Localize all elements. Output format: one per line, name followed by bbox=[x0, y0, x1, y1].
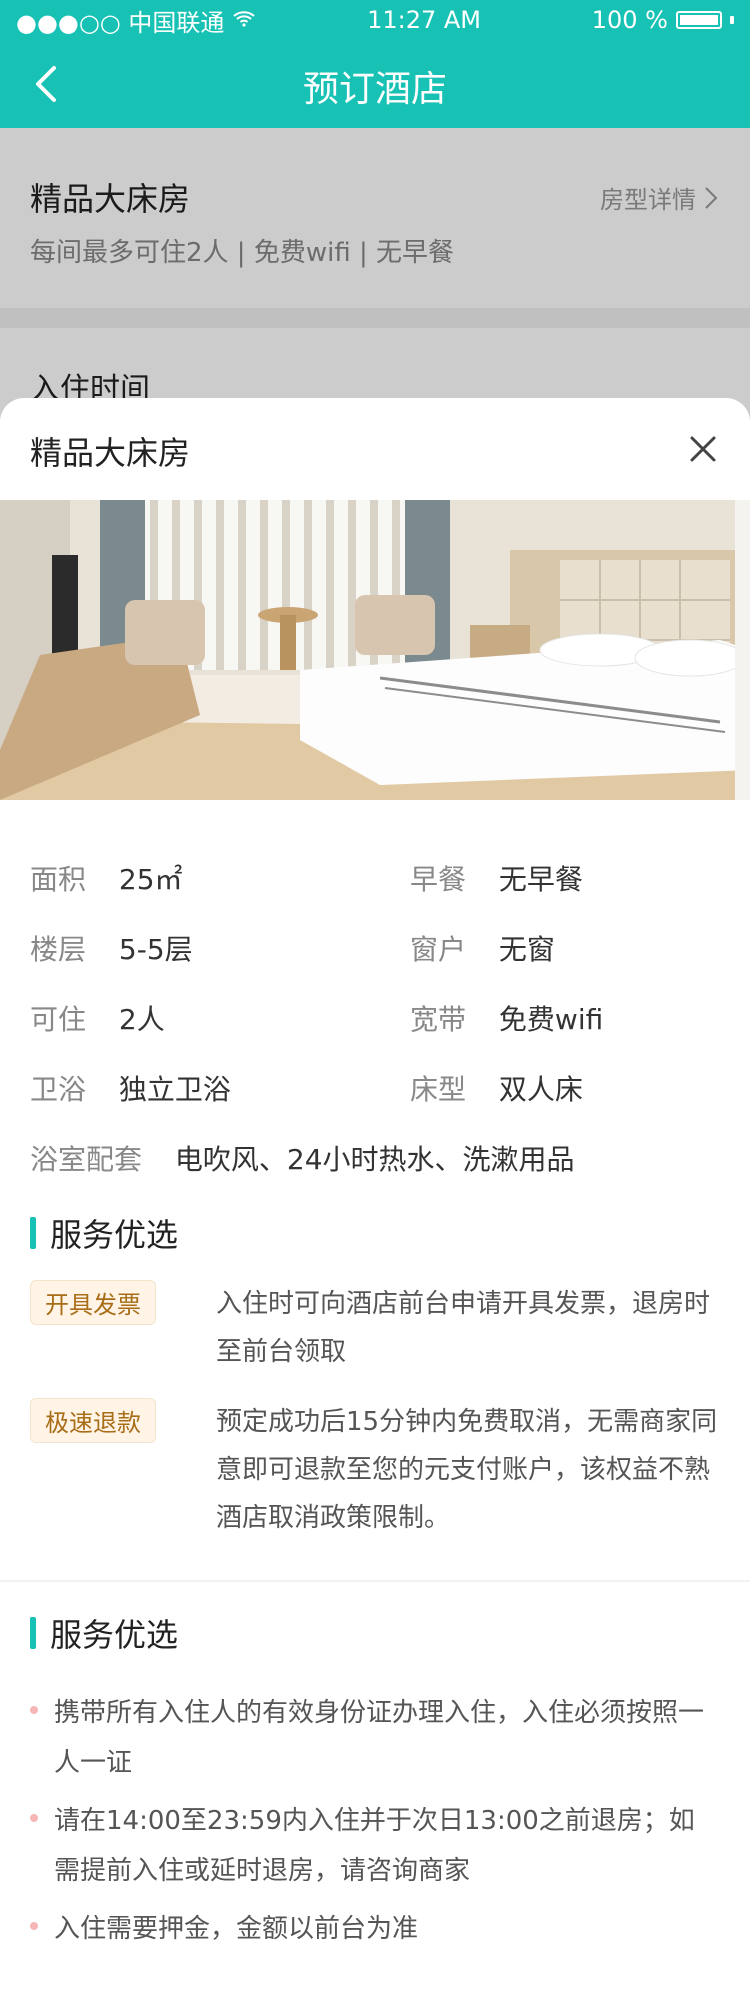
prop-value: 无早餐 bbox=[498, 863, 583, 896]
room-photo-illustration bbox=[0, 500, 750, 800]
sheet-header: 精品大床房 bbox=[0, 398, 750, 500]
prop-label: 楼层 bbox=[30, 933, 87, 966]
section-title-services: 服务优选 bbox=[30, 1210, 178, 1256]
prop-label: 可住 bbox=[30, 1003, 87, 1036]
status-bar: ●●●○○ 中国联通 11:27 AM 100 % bbox=[0, 0, 750, 40]
prop-value: 电吹风、24小时热水、洗漱用品 bbox=[174, 1143, 575, 1176]
bullet-icon bbox=[30, 1706, 38, 1714]
prop-label: 窗户 bbox=[410, 933, 467, 966]
battery-tip bbox=[729, 16, 734, 24]
wifi-icon bbox=[232, 6, 256, 34]
list-item: 入住需要押金，金额以前台为准 bbox=[30, 1904, 720, 1954]
section-accent-bar bbox=[30, 1217, 36, 1249]
nav-bar: 预订酒店 bbox=[0, 40, 750, 128]
battery-icon bbox=[675, 11, 722, 29]
service-description: 入住时可向酒店前台申请开具发票，退房时至前台领取 bbox=[216, 1289, 711, 1367]
page-title: 预订酒店 bbox=[302, 69, 447, 110]
prop-bath-amenities: 浴室配套 电吹风、24小时热水、洗漱用品 bbox=[30, 1138, 575, 1178]
prop-area: 面积 25㎡ bbox=[30, 858, 183, 898]
note-text: 请在14:00至23:59内入住并于次日13:00之前退房；如需提前入住或延时退… bbox=[54, 1806, 695, 1886]
prop-label: 早餐 bbox=[410, 863, 467, 896]
battery: 100 % bbox=[592, 6, 734, 34]
room-photo bbox=[0, 500, 750, 800]
prop-label: 面积 bbox=[30, 863, 87, 896]
prop-bathroom: 卫浴 独立卫浴 bbox=[30, 1068, 231, 1108]
prop-label: 卫浴 bbox=[30, 1073, 87, 1106]
prop-value: 无窗 bbox=[498, 933, 555, 966]
note-text: 入住需要押金，金额以前台为准 bbox=[54, 1914, 419, 1944]
note-text: 携带所有入住人的有效身份证办理入住，入住必须按照一人一证 bbox=[54, 1698, 705, 1778]
prop-value: 双人床 bbox=[498, 1073, 583, 1106]
prop-capacity: 可住 2人 bbox=[30, 998, 165, 1038]
service-badge: 极速退款 bbox=[30, 1398, 156, 1443]
sheet-title: 精品大床房 bbox=[30, 434, 191, 472]
bullet-icon bbox=[30, 1922, 38, 1930]
section-title-text: 服务优选 bbox=[50, 1216, 179, 1254]
section-accent-bar bbox=[30, 1617, 36, 1649]
carrier: ●●●○○ 中国联通 bbox=[16, 8, 225, 37]
service-description: 预定成功后15分钟内免费取消，无需商家同意即可退款至您的元支付账户，该权益不熟酒… bbox=[216, 1407, 718, 1533]
bullet-icon bbox=[30, 1814, 38, 1822]
service-invoice: 开具发票 入住时可向酒店前台申请开具发票，退房时至前台领取 bbox=[30, 1280, 720, 1376]
prop-floor: 楼层 5-5层 bbox=[30, 928, 193, 968]
section-title-notes: 服务优选 bbox=[30, 1610, 178, 1656]
room-detail-sheet: 精品大床房 面积 25㎡ 早餐 无早餐 楼层 5-5层 窗户 无窗 可住 2人 … bbox=[0, 398, 750, 1998]
prop-value: 免费wifi bbox=[498, 1003, 604, 1036]
service-fast-refund: 极速退款 预定成功后15分钟内免费取消，无需商家同意即可退款至您的元支付账户，该… bbox=[30, 1398, 720, 1548]
prop-label: 浴室配套 bbox=[30, 1143, 143, 1176]
list-item: 请在14:00至23:59内入住并于次日13:00之前退房；如需提前入住或延时退… bbox=[30, 1796, 720, 1896]
service-badge: 开具发票 bbox=[30, 1280, 156, 1325]
prop-window: 窗户 无窗 bbox=[410, 928, 555, 968]
prop-breakfast: 早餐 无早餐 bbox=[410, 858, 583, 898]
section-title-text: 服务优选 bbox=[50, 1616, 179, 1654]
close-icon[interactable] bbox=[686, 432, 720, 466]
divider bbox=[0, 1580, 750, 1582]
prop-broadband: 宽带 免费wifi bbox=[410, 998, 603, 1038]
prop-label: 床型 bbox=[410, 1073, 467, 1106]
clock: 11:27 AM bbox=[367, 6, 481, 34]
prop-value: 25㎡ bbox=[118, 863, 183, 896]
prop-value: 独立卫浴 bbox=[118, 1073, 231, 1106]
prop-value: 5-5层 bbox=[118, 933, 193, 966]
prop-value: 2人 bbox=[118, 1003, 165, 1036]
prop-bed-type: 床型 双人床 bbox=[410, 1068, 583, 1108]
prop-label: 宽带 bbox=[410, 1003, 467, 1036]
list-item: 携带所有入住人的有效身份证办理入住，入住必须按照一人一证 bbox=[30, 1688, 720, 1788]
battery-percent: 100 % bbox=[591, 6, 668, 34]
